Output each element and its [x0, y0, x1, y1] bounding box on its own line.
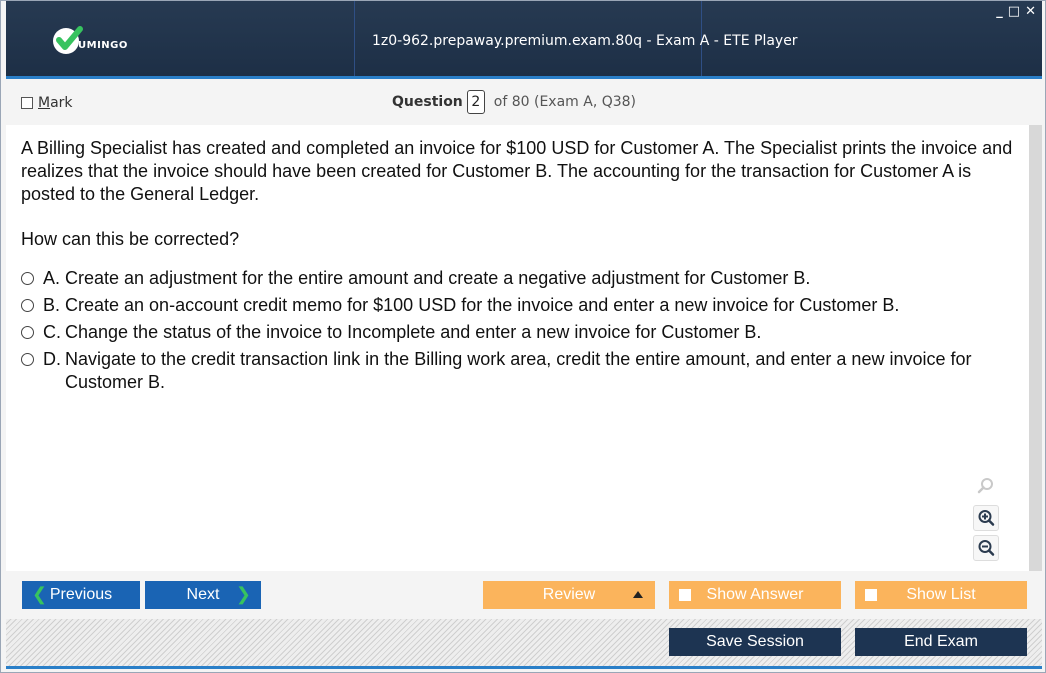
- ete-player-window: UMINGO 1z0-962.prepaway.premium.exam.80q…: [0, 0, 1046, 673]
- logo-text: UMINGO: [78, 40, 128, 51]
- previous-button[interactable]: ❮ Previous: [22, 581, 140, 609]
- minimize-button[interactable]: _: [996, 5, 1003, 19]
- show-answer-label: Show Answer: [706, 586, 804, 603]
- option-letter: A.: [43, 268, 61, 288]
- caret-up-icon: [633, 591, 643, 598]
- next-label: Next: [186, 586, 220, 603]
- option-letter: C.: [43, 322, 61, 342]
- window-controls: _ □ ✕: [996, 5, 1036, 19]
- show-list-checkbox[interactable]: [865, 589, 877, 601]
- question-header: Mark Question 2 of 80 (Exam A, Q38): [6, 79, 1042, 125]
- content-scrollbar[interactable]: [1029, 125, 1042, 571]
- option-text: Navigate to the credit transaction link …: [65, 349, 972, 392]
- option-text: Change the status of the invoice to Inco…: [65, 322, 762, 342]
- answer-option-c[interactable]: C. Change the status of the invoice to I…: [21, 321, 1021, 344]
- answer-option-b[interactable]: B. Create an on-account credit memo for …: [21, 294, 1021, 317]
- review-label: Review: [542, 586, 596, 603]
- chevron-right-icon: ❯: [235, 584, 251, 604]
- close-button[interactable]: ✕: [1025, 5, 1036, 19]
- question-number-input[interactable]: 2: [466, 90, 485, 114]
- zoom-in-icon[interactable]: [973, 505, 999, 531]
- radio-button[interactable]: [21, 326, 34, 339]
- save-session-button[interactable]: Save Session: [669, 628, 841, 656]
- option-text: Create an adjustment for the entire amou…: [65, 268, 811, 288]
- chevron-left-icon: ❮: [32, 584, 48, 604]
- mark-label: Mark: [38, 95, 73, 111]
- question-label: Question: [392, 94, 463, 110]
- question-counter: Question 2 of 80 (Exam A, Q38): [392, 90, 636, 114]
- show-answer-checkbox[interactable]: [679, 589, 691, 601]
- option-letter: D.: [43, 349, 61, 369]
- maximize-button[interactable]: □: [1008, 5, 1020, 19]
- end-exam-button[interactable]: End Exam: [855, 628, 1027, 656]
- zoom-out-icon[interactable]: [973, 535, 999, 561]
- review-button[interactable]: Review: [483, 581, 655, 609]
- search-icon[interactable]: [973, 473, 999, 499]
- next-button[interactable]: Next ❯: [145, 581, 261, 609]
- show-list-label: Show List: [906, 586, 976, 603]
- navigation-bar: ❮ Previous Next ❯ Review Show Answer Sho…: [6, 571, 1042, 619]
- mark-checkbox-box[interactable]: [21, 97, 33, 109]
- question-prompt: How can this be corrected?: [21, 229, 240, 249]
- window-title: 1z0-962.prepaway.premium.exam.80q - Exam…: [372, 33, 798, 49]
- radio-button[interactable]: [21, 299, 34, 312]
- show-answer-button[interactable]: Show Answer: [669, 581, 841, 609]
- question-of-text: of 80 (Exam A, Q38): [493, 94, 637, 110]
- show-list-button[interactable]: Show List: [855, 581, 1027, 609]
- option-text: Create an on-account credit memo for $10…: [65, 295, 900, 315]
- title-bar: UMINGO 1z0-962.prepaway.premium.exam.80q…: [6, 1, 1042, 76]
- question-content: A Billing Specialist has created and com…: [6, 125, 1029, 571]
- answer-option-d[interactable]: D. Navigate to the credit transaction li…: [21, 348, 1021, 394]
- save-session-label: Save Session: [706, 633, 804, 650]
- answer-options: A. Create an adjustment for the entire a…: [21, 267, 1021, 398]
- end-exam-label: End Exam: [904, 633, 978, 650]
- radio-button[interactable]: [21, 272, 34, 285]
- mark-checkbox[interactable]: Mark: [21, 95, 73, 111]
- previous-label: Previous: [49, 586, 113, 603]
- question-text: A Billing Specialist has created and com…: [21, 138, 1013, 204]
- footer-bar: Save Session End Exam: [6, 619, 1042, 666]
- answer-option-a[interactable]: A. Create an adjustment for the entire a…: [21, 267, 1021, 290]
- radio-button[interactable]: [21, 353, 34, 366]
- title-separator: [354, 1, 355, 76]
- footer-accent-line: [6, 666, 1042, 669]
- option-letter: B.: [43, 295, 61, 315]
